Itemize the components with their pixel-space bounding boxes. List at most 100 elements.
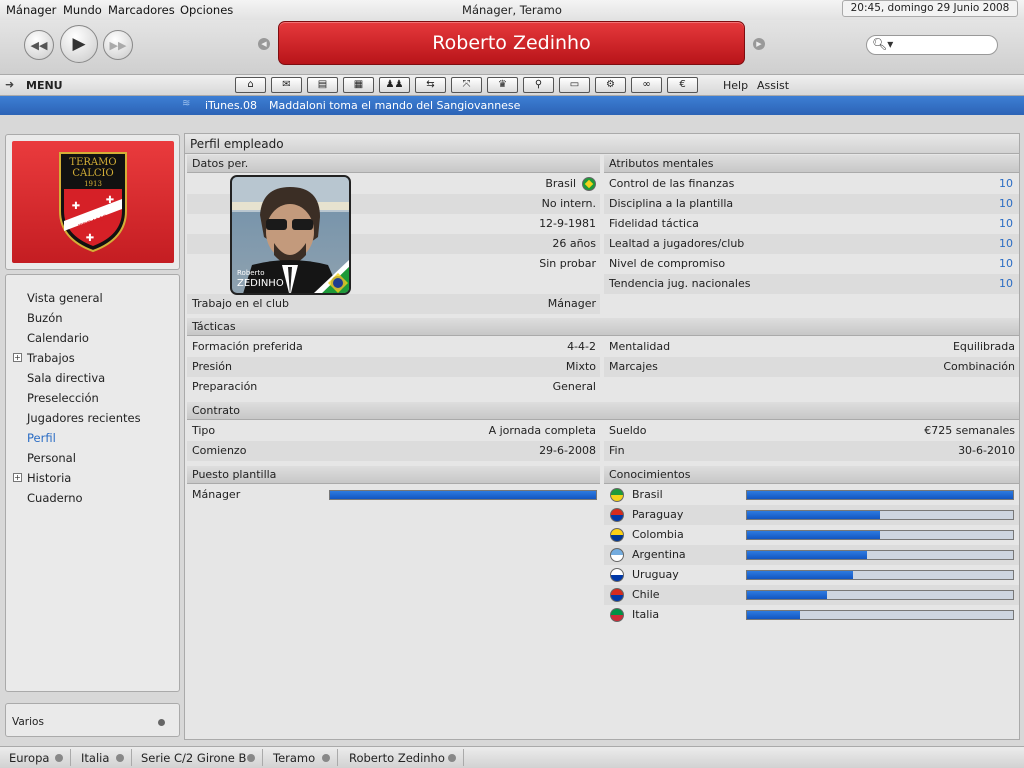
club-crest-icon[interactable]: TERAMO CALCIO 1913 TERAMO ✚ ✚ ✚ bbox=[12, 141, 174, 263]
mental-header: Atributos mentales bbox=[604, 155, 1019, 173]
page-title-banner: Roberto Zedinho bbox=[278, 21, 745, 65]
magnifier-icon: ⚲ bbox=[534, 79, 543, 90]
training-button[interactable]: ⚙ bbox=[595, 77, 626, 93]
expand-icon[interactable]: + bbox=[13, 353, 22, 362]
mental-row: Fidelidad táctica 10 bbox=[604, 214, 1019, 234]
training-icon: ⚙ bbox=[606, 79, 615, 90]
help-link[interactable]: Help bbox=[723, 79, 748, 92]
prev-arrow-button[interactable]: ◀ bbox=[258, 38, 270, 50]
breadcrumb-menu-icon[interactable] bbox=[448, 754, 456, 762]
country-flag-icon bbox=[610, 488, 624, 502]
tactics-button[interactable]: ⤧ bbox=[451, 77, 482, 93]
mental-row: Nivel de compromiso 10 bbox=[604, 254, 1019, 274]
knowledge-bar-fill bbox=[747, 611, 801, 619]
expand-icon[interactable]: + bbox=[13, 473, 22, 482]
breadcrumb-menu-icon[interactable] bbox=[247, 754, 255, 762]
breadcrumb-club[interactable]: Teramo bbox=[273, 751, 315, 765]
nationality-value: Brasil bbox=[545, 177, 576, 190]
menu-label[interactable]: MENU bbox=[26, 79, 63, 92]
breadcrumb-europa[interactable]: Europa bbox=[9, 751, 49, 765]
breadcrumb-league[interactable]: Serie C/2 Girone B bbox=[141, 751, 246, 765]
continue-button[interactable]: ▶ bbox=[60, 25, 98, 63]
sidebar-item-preseleccion[interactable]: Preselección bbox=[27, 391, 99, 405]
contract-type-value: A jornada completa bbox=[488, 424, 596, 437]
back-button[interactable]: ◀◀ bbox=[24, 30, 54, 60]
sidebar-item-sala-directiva[interactable]: Sala directiva bbox=[27, 371, 105, 385]
breadcrumb-menu-icon[interactable] bbox=[55, 754, 63, 762]
inbox-button[interactable]: ✉ bbox=[271, 77, 302, 93]
sidebar-item-vista-general[interactable]: Vista general bbox=[27, 291, 103, 305]
sidebar-item-historia[interactable]: Historia bbox=[27, 471, 71, 485]
license-value: Sin probar bbox=[539, 257, 596, 270]
formation-row: Formación preferida 4-4-2 bbox=[187, 337, 600, 357]
breadcrumb-person[interactable]: Roberto Zedinho bbox=[349, 751, 445, 765]
calendar-icon: ▦ bbox=[353, 79, 364, 90]
mental-label: Control de las finanzas bbox=[609, 177, 735, 190]
sidebar-item-trabajos[interactable]: Trabajos bbox=[27, 351, 75, 365]
options-icon[interactable] bbox=[158, 719, 165, 726]
datos-header: Datos per. bbox=[187, 155, 600, 173]
manager-photo: Roberto ZEDINHO bbox=[230, 175, 351, 295]
sidebar-item-jugadores-recientes[interactable]: Jugadores recientes bbox=[27, 411, 141, 425]
country-flag-icon bbox=[610, 588, 624, 602]
sidebar-item-cuaderno[interactable]: Cuaderno bbox=[27, 491, 83, 505]
tactics-header: Tácticas bbox=[187, 318, 1019, 336]
crest-line1: TERAMO bbox=[69, 157, 116, 168]
knowledge-row: Italia bbox=[604, 605, 1019, 625]
competitions-button[interactable]: ♛ bbox=[487, 77, 518, 93]
job-label: Trabajo en el club bbox=[192, 297, 289, 310]
wage-label: Sueldo bbox=[609, 424, 647, 437]
sidebar-item-buzon[interactable]: Buzón bbox=[27, 311, 63, 325]
scouting-button[interactable]: ⚲ bbox=[523, 77, 554, 93]
sidebar-item-calendario[interactable]: Calendario bbox=[27, 331, 89, 345]
squad-button[interactable]: ♟♟ bbox=[379, 77, 410, 93]
sidebar-item-personal[interactable]: Personal bbox=[27, 451, 76, 465]
finances-button[interactable]: € bbox=[667, 77, 698, 93]
chevron-right-icon: ▶ bbox=[756, 40, 762, 48]
knowledge-row: Uruguay bbox=[604, 565, 1019, 585]
svg-text:✚: ✚ bbox=[106, 195, 114, 206]
mental-row: Tendencia jug. nacionales 10 bbox=[604, 274, 1019, 294]
divider bbox=[262, 749, 263, 766]
breadcrumb-menu-icon[interactable] bbox=[116, 754, 124, 762]
home-button[interactable]: ⌂ bbox=[235, 77, 266, 93]
knowledge-bar bbox=[746, 610, 1014, 620]
news-source: iTunes.08 bbox=[205, 99, 258, 112]
knowledge-row: Chile bbox=[604, 585, 1019, 605]
contract-start-row: Comienzo 29-6-2008 bbox=[187, 441, 600, 461]
knowledge-bar bbox=[746, 570, 1014, 580]
contract-end-row: Fin 30-6-2010 bbox=[604, 441, 1019, 461]
breadcrumb-menu-icon[interactable] bbox=[322, 754, 330, 762]
next-arrow-button[interactable]: ▶ bbox=[753, 38, 765, 50]
transfers-button[interactable]: ⇆ bbox=[415, 77, 446, 93]
age-value: 26 años bbox=[552, 237, 596, 250]
assist-link[interactable]: Assist bbox=[757, 79, 789, 92]
staff-button[interactable]: ▭ bbox=[559, 77, 590, 93]
knowledge-bar-fill bbox=[747, 491, 1013, 499]
varios-label: Varios bbox=[12, 716, 44, 728]
media-button[interactable]: ∞ bbox=[631, 77, 662, 93]
breadcrumb-italia[interactable]: Italia bbox=[81, 751, 109, 765]
arrow-right-icon: ➜ bbox=[5, 78, 15, 91]
varios-panel[interactable]: Varios bbox=[5, 703, 180, 737]
news-ticker[interactable]: ≋ iTunes.08 Maddaloni toma el mando del … bbox=[0, 96, 1024, 115]
knowledge-bar bbox=[746, 490, 1014, 500]
rewind-icon: ◀◀ bbox=[30, 38, 48, 52]
sidebar-item-perfil[interactable]: Perfil bbox=[27, 431, 56, 445]
mental-value: 10 bbox=[999, 257, 1013, 270]
prep-label: Preparación bbox=[192, 380, 258, 393]
forward-button[interactable]: ▶▶ bbox=[103, 30, 133, 60]
transfer-arrows-icon: ⇆ bbox=[426, 79, 435, 90]
divider bbox=[337, 749, 338, 766]
prep-value: General bbox=[552, 380, 596, 393]
mentality-label: Mentalidad bbox=[609, 340, 671, 353]
knowledge-label: Italia bbox=[632, 608, 660, 621]
nav-bar: ➜ MENU ⌂ ✉ ▤ ▦ ♟♟ ⇆ ⤧ ♛ ⚲ ▭ ⚙ ∞ € Help A… bbox=[0, 74, 1024, 96]
search-input[interactable]: 🔍︎▾ bbox=[866, 35, 998, 55]
knowledge-bar bbox=[746, 550, 1014, 560]
wage-row: Sueldo €725 semanales bbox=[604, 421, 1019, 441]
play-icon: ▶ bbox=[72, 34, 86, 54]
news-button[interactable]: ▤ bbox=[307, 77, 338, 93]
calendar-button[interactable]: ▦ bbox=[343, 77, 374, 93]
status-bar: Europa Italia Serie C/2 Girone B Teramo … bbox=[0, 746, 1024, 768]
